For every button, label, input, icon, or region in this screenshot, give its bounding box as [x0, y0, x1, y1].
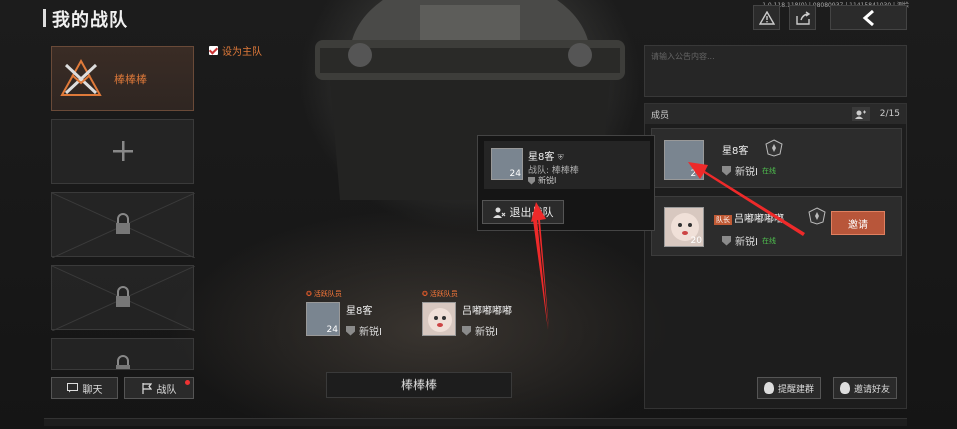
annotation-arrow-left [688, 162, 805, 236]
annotation-arrows [531, 162, 805, 330]
bottom-status-bar [44, 418, 907, 426]
